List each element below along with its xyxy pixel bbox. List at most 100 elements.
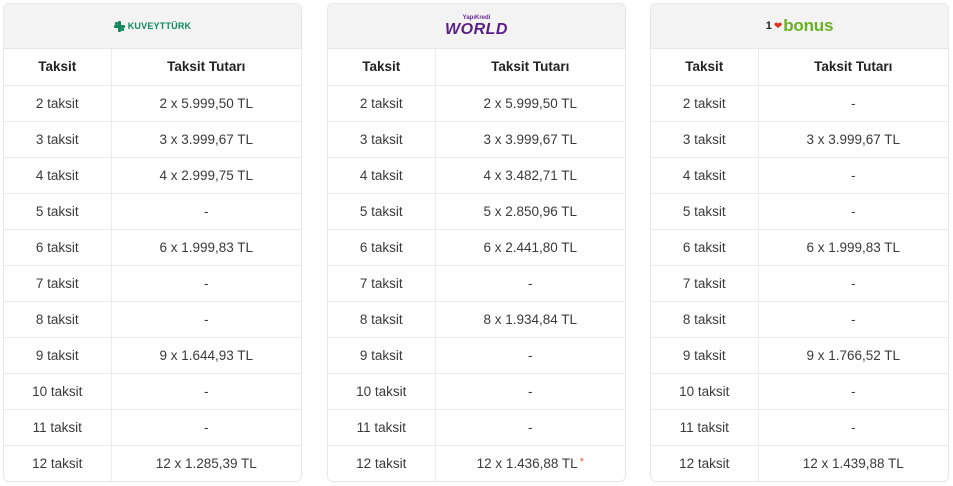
installment-table: Taksit Taksit Tutarı 2 taksit 2 x 5.999,5… (328, 49, 625, 481)
installment-amount-cell: - (110, 193, 301, 230)
installment-count-cell: 10 taksit (651, 373, 758, 410)
installment-rows: 2 taksit 2 x 5.999,50 TL 3 taksit 3 x 3.999… (4, 85, 301, 481)
installment-count-cell: 12 taksit (679, 455, 730, 471)
installment-amount-value: 3 x 3.999,67 TL (159, 131, 254, 147)
installment-amount-cell: 4 x 2.999,75 TL (110, 157, 301, 194)
installment-amount-cell: - (110, 373, 301, 410)
heart-icon: ❤ (773, 20, 783, 32)
installment-amount-cell: - (757, 265, 948, 302)
installment-amount-cell: 4 x 3.482,71 TL (434, 157, 625, 194)
taksit-tutari-header: Taksit Tutarı (434, 49, 625, 86)
card-logo-bar: KUVEYTTÜRK (4, 4, 301, 49)
installment-amount-value: - (851, 419, 856, 435)
taksit-tutari-header: Taksit Tutarı (110, 49, 301, 86)
taksit-header: Taksit (651, 49, 758, 86)
kuveyt-turk-logo-text: KUVEYTTÜRK (127, 21, 192, 31)
installment-amount-cell: 3 x 3.999,67 TL (757, 121, 948, 158)
installment-count-cell: 4 taksit (328, 157, 435, 194)
table-row: 6 taksit 6 x 1.999,83 TL (651, 229, 948, 266)
table-row: 5 taksit 5 x 2.850,96 TL (328, 193, 625, 230)
table-row: 4 taksit 4 x 2.999,75 TL (4, 157, 301, 194)
installment-amount-cell: - (434, 337, 625, 374)
installment-amount-cell: 9 x 1.644,93 TL (110, 337, 301, 374)
installment-amount-value: - (851, 383, 856, 399)
installment-amount-cell: - (434, 409, 625, 446)
installment-table: Taksit Taksit Tutarı 2 taksit -3 taksit 3 … (651, 49, 948, 481)
installment-amount-value: - (204, 383, 209, 399)
installment-amount-cell: 8 x 1.934,84 TL (434, 301, 625, 338)
installment-amount-value: - (528, 419, 533, 435)
installment-amount-cell: - (757, 409, 948, 446)
installment-amount-value: 3 x 3.999,67 TL (483, 131, 578, 147)
table-row: 9 taksit 9 x 1.644,93 TL (4, 337, 301, 374)
installment-amount-value: - (851, 275, 856, 291)
installment-count-cell: 8 taksit (4, 301, 111, 338)
installment-amount-cell: 5 x 2.850,96 TL (434, 193, 625, 230)
installment-amount-value: - (528, 347, 533, 363)
installment-amount-cell: - (757, 193, 948, 230)
table-row: 3 taksit 3 x 3.999,67 TL (4, 121, 301, 158)
installment-amount-cell: - (434, 373, 625, 410)
world-logo-text: WORLD (445, 20, 508, 38)
installment-amount-value: - (204, 275, 209, 291)
table-row: 4 taksit 4 x 3.482,71 TL (328, 157, 625, 194)
installment-count-cell: 5 taksit (4, 193, 111, 230)
installment-amount-value: - (204, 419, 209, 435)
table-row: 8 taksit - (651, 301, 948, 338)
installment-count-cell: 7 taksit (651, 265, 758, 302)
installment-amount-cell: 12 x 1.285,39 TL (110, 445, 301, 481)
card-logo-bar: YapıKredi WORLD (328, 4, 625, 49)
installment-amount-cell: - (757, 373, 948, 410)
footnote-marker: * (579, 455, 584, 468)
installment-count-cell: 5 taksit (328, 193, 435, 230)
installment-amount-value: - (851, 95, 856, 111)
installment-amount-value: 12 x 1.285,39 TL (155, 455, 257, 471)
table-row: 6 taksit 6 x 1.999,83 TL (4, 229, 301, 266)
installment-table: Taksit Taksit Tutarı 2 taksit 2 x 5.999,5… (4, 49, 301, 481)
taksit-tutari-header: Taksit Tutarı (757, 49, 948, 86)
installment-amount-value: 4 x 3.482,71 TL (483, 167, 578, 183)
installment-count-cell: 4 taksit (4, 157, 111, 194)
installment-count-cell: 7 taksit (4, 265, 111, 302)
installment-amount-cell: 9 x 1.766,52 TL (757, 337, 948, 374)
bonus-logo-prefix: 1 (765, 20, 772, 32)
installment-amount-cell: 6 x 1.999,83 TL (110, 229, 301, 266)
installment-amount-cell: 12 x 1.439,88 TL (757, 445, 948, 481)
installment-amount-cell: - (757, 157, 948, 194)
installment-count-cell: 9 taksit (651, 337, 758, 374)
table-row: 2 taksit 2 x 5.999,50 TL (328, 85, 625, 122)
kuveyt-turk-installment-card: KUVEYTTÜRK Taksit Taksit Tutarı 2 taksit… (3, 3, 302, 482)
installment-amount-value: - (851, 203, 856, 219)
installment-count-cell: 10 taksit (4, 373, 111, 410)
installment-amount-value: 6 x 2.441,80 TL (483, 239, 578, 255)
table-row: 10 taksit - (328, 373, 625, 410)
installment-amount-value: - (528, 383, 533, 399)
installment-amount-cell: 6 x 2.441,80 TL (434, 229, 625, 266)
table-row: 6 taksit 6 x 2.441,80 TL (328, 229, 625, 266)
installment-amount-cell: 3 x 3.999,67 TL (434, 121, 625, 158)
table-row: 5 taksit - (651, 193, 948, 230)
taksit-header: Taksit (4, 49, 111, 86)
installment-amount-cell: - (757, 85, 948, 122)
table-row: 5 taksit - (4, 193, 301, 230)
table-header-row: Taksit Taksit Tutarı (4, 49, 301, 86)
table-row: 7 taksit - (328, 265, 625, 302)
installment-rows: 2 taksit - 3 taksit 3 x 3.999,67 TL 4 taksit… (651, 85, 948, 481)
installment-count-cell: 2 taksit (328, 85, 435, 122)
table-row: 7 taksit - (651, 265, 948, 302)
table-row: 8 taksit - (4, 301, 301, 338)
installment-amount-value: - (204, 311, 209, 327)
table-header-row: Taksit Taksit Tutarı (328, 49, 625, 86)
table-header-row: Taksit Taksit Tutarı (651, 49, 948, 86)
installment-count-cell: 2 taksit (651, 85, 758, 122)
table-row: 9 taksit 9 x 1.766,52 TL (651, 337, 948, 374)
installment-amount-value: - (204, 203, 209, 219)
card-logo-bar: 1 ❤ bonus (651, 4, 948, 49)
kuveyt-turk-logo: KUVEYTTÜRK (113, 20, 192, 32)
table-row: 12 taksit 12 x 1.436,88 TL * (328, 445, 625, 481)
installment-count-cell: 10 taksit (328, 373, 435, 410)
installment-amount-cell: - (757, 301, 948, 338)
installment-count-cell: 6 taksit (328, 229, 435, 266)
installment-amount-value: 4 x 2.999,75 TL (159, 167, 254, 183)
installment-amount-value: 9 x 1.644,93 TL (159, 347, 254, 363)
